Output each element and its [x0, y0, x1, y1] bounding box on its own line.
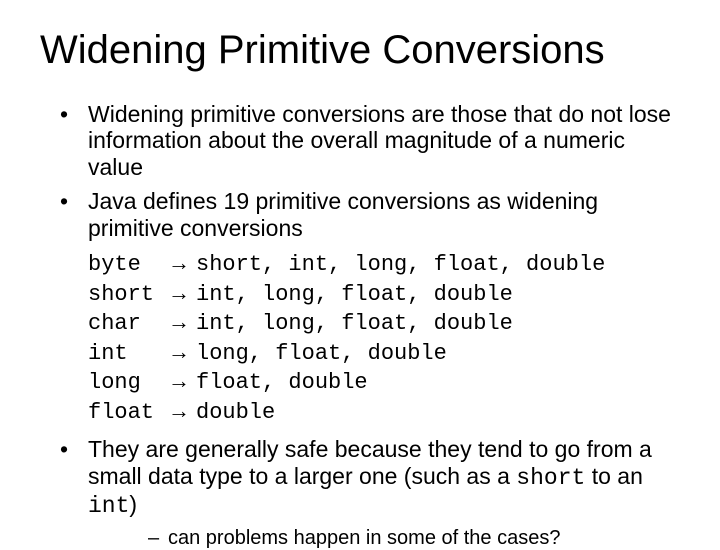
conversion-to: short, int, long, float, double — [196, 251, 680, 279]
sub-bullet-item: can problems happen in some of the cases… — [148, 526, 680, 550]
conversion-to: double — [196, 399, 680, 427]
bullet-item: Widening primitive conversions are those… — [60, 101, 680, 180]
conversion-to: float, double — [196, 369, 680, 397]
arrow-icon: → — [168, 249, 196, 277]
arrow-icon: → — [168, 367, 196, 395]
conversion-from: int — [88, 340, 168, 368]
bullet-list: Widening primitive conversions are those… — [60, 101, 680, 241]
bullet-list: They are generally safe because they ten… — [60, 436, 680, 549]
slide: Widening Primitive Conversions Widening … — [0, 0, 720, 540]
arrow-icon: → — [168, 279, 196, 307]
conversion-row: short → int, long, float, double — [88, 279, 680, 309]
conversion-row: float → double — [88, 397, 680, 427]
conversion-from: short — [88, 281, 168, 309]
arrow-icon: → — [168, 308, 196, 336]
conversion-from: long — [88, 369, 168, 397]
bullet-item: Java defines 19 primitive conversions as… — [60, 188, 680, 241]
conversion-row: char → int, long, float, double — [88, 308, 680, 338]
slide-title: Widening Primitive Conversions — [40, 28, 680, 73]
code-text: int — [88, 493, 129, 519]
sub-bullet-list: can problems happen in some of the cases… — [148, 526, 680, 550]
code-text: short — [516, 465, 585, 491]
conversion-from: float — [88, 399, 168, 427]
conversion-to: long, float, double — [196, 340, 680, 368]
conversion-from: byte — [88, 251, 168, 279]
bullet-text: ) — [129, 491, 137, 517]
arrow-icon: → — [168, 397, 196, 425]
conversion-row: byte → short, int, long, float, double — [88, 249, 680, 279]
conversion-from: char — [88, 310, 168, 338]
conversion-to: int, long, float, double — [196, 281, 680, 309]
conversion-row: long → float, double — [88, 367, 680, 397]
bullet-text: to an — [585, 463, 643, 489]
conversion-table: byte → short, int, long, float, double s… — [88, 249, 680, 426]
bullet-item: They are generally safe because they ten… — [60, 436, 680, 549]
conversion-row: int → long, float, double — [88, 338, 680, 368]
conversion-to: int, long, float, double — [196, 310, 680, 338]
arrow-icon: → — [168, 338, 196, 366]
